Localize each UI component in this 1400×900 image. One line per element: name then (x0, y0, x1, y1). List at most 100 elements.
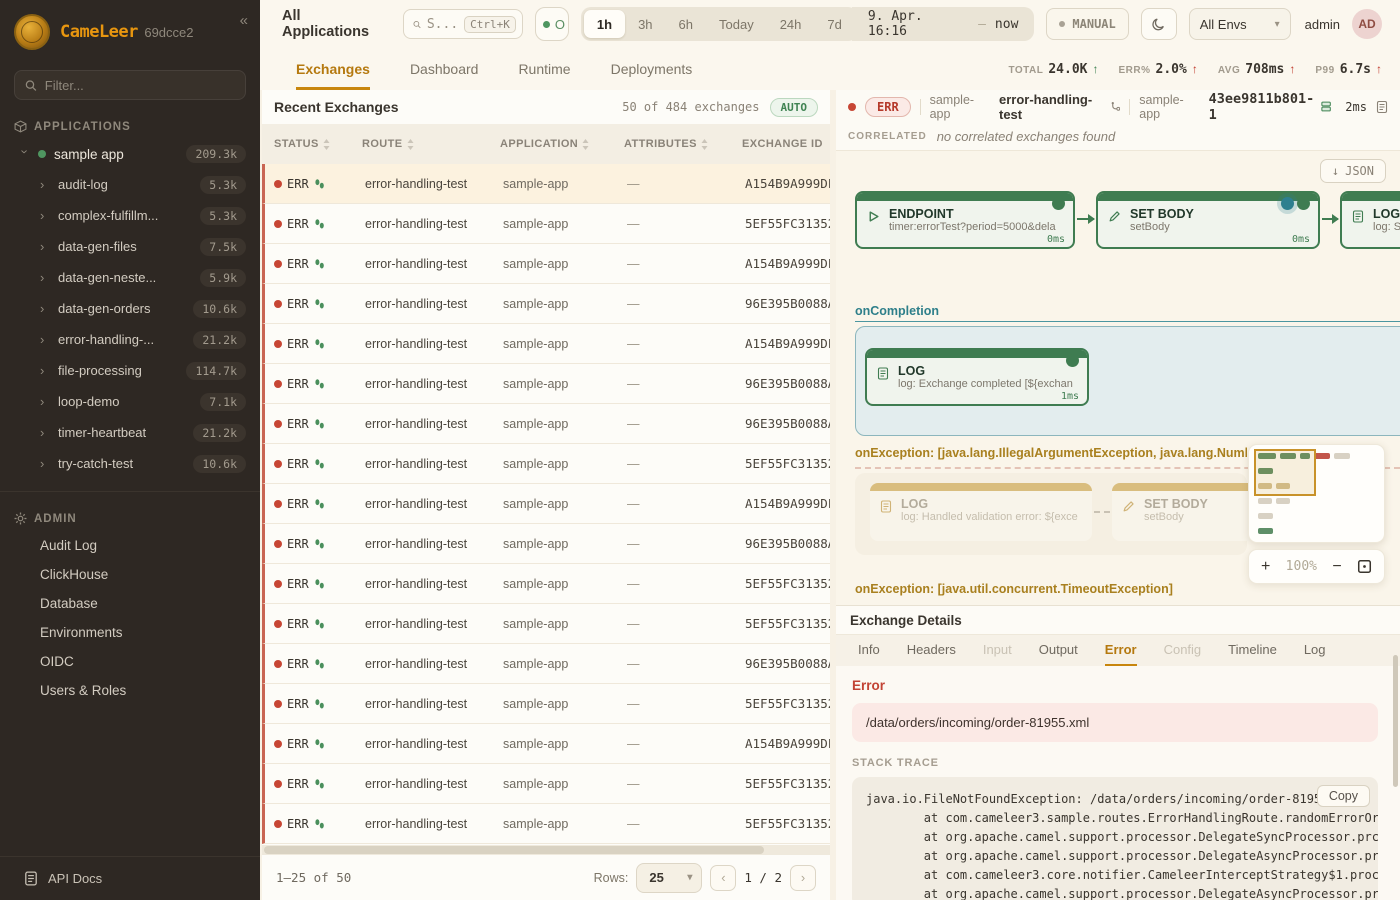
rows-per-page-select[interactable]: 25 ▾ (636, 863, 702, 893)
details-tab[interactable]: Input (983, 635, 1012, 666)
sidebar-filter[interactable] (14, 70, 246, 100)
footprints-icon (314, 458, 325, 470)
minimap-viewport[interactable] (1254, 449, 1316, 496)
column-header-status[interactable]: STATUS (262, 138, 350, 150)
manual-refresh-button[interactable]: MANUAL (1046, 8, 1128, 40)
sidebar-route-item[interactable]: › data-gen-files 7.5k (0, 231, 260, 262)
download-json-button[interactable]: ↓ JSON (1320, 159, 1386, 183)
sidebar-admin-item[interactable]: Audit Log (0, 531, 260, 560)
sidebar-route-item[interactable]: › timer-heartbeat 21.2k (0, 417, 260, 448)
time-range-button[interactable]: 7d (814, 10, 854, 38)
status-badge: ERR (287, 217, 309, 231)
table-row[interactable]: ERR error-handling-test sample-app — 5EF… (262, 604, 830, 644)
sidebar-item-api-docs[interactable]: API Docs (0, 856, 260, 900)
details-tab[interactable]: Output (1039, 635, 1078, 666)
flow-node-setbody[interactable]: SET BODY setBody 0ms (1096, 191, 1320, 249)
error-dot-icon (274, 500, 282, 508)
table-row[interactable]: ERR error-handling-test sample-app — 5EF… (262, 444, 830, 484)
status-cell: ERR (265, 297, 353, 311)
horizontal-scrollbar[interactable] (262, 845, 830, 855)
table-row[interactable]: ERR error-handling-test sample-app — 96E… (262, 364, 830, 404)
route-flow-canvas[interactable]: ↓ JSON ENDPOINT timer:errorTest?period=5… (836, 151, 1400, 605)
sidebar-admin-item[interactable]: Users & Roles (0, 676, 260, 705)
sidebar-route-item[interactable]: › file-processing 114.7k (0, 355, 260, 386)
table-row[interactable]: ERR error-handling-test sample-app — 5EF… (262, 564, 830, 604)
table-row[interactable]: ERR error-handling-test sample-app — A15… (262, 324, 830, 364)
details-tab[interactable]: Error (1105, 635, 1137, 666)
flow-node-completion-log[interactable]: LOG log: Exchange completed [${exchan 1m… (865, 348, 1089, 406)
main-tab[interactable]: Runtime (518, 48, 570, 90)
column-header-exchange-id[interactable]: EXCHANGE ID (730, 138, 830, 150)
flow-node-endpoint[interactable]: ENDPOINT timer:errorTest?period=5000&del… (855, 191, 1075, 249)
zoom-in-button[interactable]: + (1261, 559, 1270, 575)
auto-refresh-badge[interactable]: AUTO (770, 98, 819, 117)
sidebar-route-item[interactable]: › data-gen-orders 10.6k (0, 293, 260, 324)
sidebar-admin-item[interactable]: ClickHouse (0, 560, 260, 589)
sidebar-admin-item[interactable]: OIDC (0, 647, 260, 676)
env-select[interactable]: All Envs ▾ (1189, 8, 1291, 40)
footprints-icon (314, 258, 325, 270)
details-tab[interactable]: Headers (907, 635, 956, 666)
sidebar-admin-item[interactable]: Database (0, 589, 260, 618)
main-tab[interactable]: Exchanges (296, 48, 370, 90)
column-header-application[interactable]: APPLICATION (488, 138, 612, 150)
application-cell: sample-app (491, 737, 615, 751)
column-header-attributes[interactable]: ATTRIBUTES (612, 138, 730, 150)
details-tab[interactable]: Info (858, 635, 880, 666)
prev-page-button[interactable]: ‹ (710, 865, 736, 891)
detail-exchange-id[interactable]: 43ee9811b801-1 (1209, 91, 1333, 123)
detail-route[interactable]: error-handling-test (999, 92, 1120, 122)
live-toggle-button[interactable]: O (535, 7, 569, 41)
column-header-route[interactable]: ROUTE (350, 138, 488, 150)
vertical-scrollbar[interactable] (1393, 655, 1398, 787)
details-tab[interactable]: Config (1164, 635, 1202, 666)
table-row[interactable]: ERR error-handling-test sample-app — A15… (262, 484, 830, 524)
time-range-button[interactable]: 24h (767, 10, 815, 38)
details-tab[interactable]: Timeline (1228, 635, 1277, 666)
zoom-out-button[interactable]: − (1332, 559, 1341, 575)
fit-view-button[interactable] (1357, 559, 1372, 574)
scrollbar-thumb[interactable] (264, 846, 764, 854)
copy-button[interactable]: Copy (1317, 785, 1370, 807)
table-row[interactable]: ERR error-handling-test sample-app — 5EF… (262, 204, 830, 244)
details-tab[interactable]: Log (1304, 635, 1326, 666)
sidebar-route-item[interactable]: › complex-fulfillm... 5.3k (0, 200, 260, 231)
main-tab[interactable]: Dashboard (410, 48, 479, 90)
flow-minimap[interactable] (1248, 444, 1385, 543)
table-row[interactable]: ERR error-handling-test sample-app — 96E… (262, 284, 830, 324)
flow-node-log[interactable]: LOG log: Sta (1340, 191, 1400, 249)
sidebar-route-item[interactable]: › data-gen-neste... 5.9k (0, 262, 260, 293)
table-row[interactable]: ERR error-handling-test sample-app — A15… (262, 724, 830, 764)
time-range-button[interactable]: 1h (584, 10, 625, 38)
sidebar-admin-item[interactable]: Environments (0, 618, 260, 647)
avatar[interactable]: AD (1352, 9, 1382, 39)
time-range-button[interactable]: Today (706, 10, 767, 38)
document-icon[interactable] (1376, 100, 1388, 114)
table-row[interactable]: ERR error-handling-test sample-app — 96E… (262, 524, 830, 564)
stat-label: P99 (1315, 65, 1334, 76)
sidebar-route-item[interactable]: › loop-demo 7.1k (0, 386, 260, 417)
search-input[interactable]: S... Ctrl+K (403, 9, 523, 39)
sidebar-collapse-button[interactable]: « (240, 12, 248, 29)
table-row[interactable]: ERR error-handling-test sample-app — A15… (262, 164, 830, 204)
flow-node-exception-log[interactable]: LOG log: Handled validation error: ${exc… (870, 483, 1092, 541)
time-range-button[interactable]: 6h (666, 10, 706, 38)
main-tab[interactable]: Deployments (611, 48, 693, 90)
table-row[interactable]: ERR error-handling-test sample-app — 5EF… (262, 804, 830, 844)
table-row[interactable]: ERR error-handling-test sample-app — A15… (262, 244, 830, 284)
table-row[interactable]: ERR error-handling-test sample-app — 5EF… (262, 764, 830, 804)
table-row[interactable]: ERR error-handling-test sample-app — 96E… (262, 404, 830, 444)
minimap-node-bar (1258, 498, 1272, 504)
sidebar-route-item[interactable]: › error-handling-... 21.2k (0, 324, 260, 355)
application-cell: sample-app (491, 217, 615, 231)
sidebar-item-sample-app[interactable]: › sample app 209.3k (0, 139, 260, 169)
sidebar-route-item[interactable]: › audit-log 5.3k (0, 169, 260, 200)
filter-input[interactable] (45, 78, 235, 93)
date-range-picker[interactable]: 9. Apr. 16:16 — now (852, 7, 1035, 41)
table-row[interactable]: ERR error-handling-test sample-app — 96E… (262, 644, 830, 684)
next-page-button[interactable]: › (790, 865, 816, 891)
table-row[interactable]: ERR error-handling-test sample-app — 5EF… (262, 684, 830, 724)
theme-toggle-button[interactable] (1141, 8, 1177, 40)
sidebar-route-item[interactable]: › try-catch-test 10.6k (0, 448, 260, 479)
time-range-button[interactable]: 3h (625, 10, 665, 38)
